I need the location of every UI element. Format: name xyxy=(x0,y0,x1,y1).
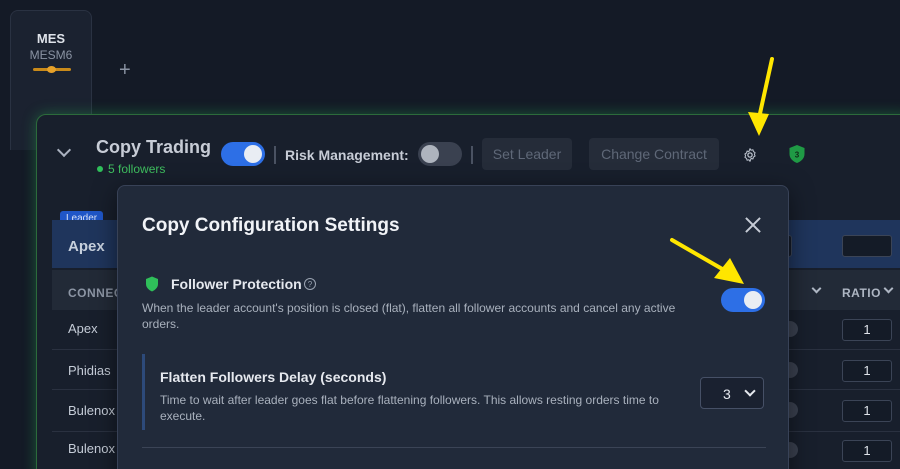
status-dot-icon xyxy=(97,166,103,172)
toggle-knob xyxy=(244,145,262,163)
delay-select[interactable]: 3 xyxy=(700,377,764,409)
badge-count: 3 xyxy=(795,151,800,160)
delay-label: Flatten Followers Delay (seconds) xyxy=(160,369,387,385)
symbol-name: MES xyxy=(36,31,66,46)
symbol-contract: MESM6 xyxy=(29,48,73,62)
add-tab-button[interactable]: + xyxy=(119,60,131,80)
chevron-down-icon xyxy=(744,385,756,397)
risk-management-toggle[interactable] xyxy=(418,142,462,166)
row-ratio-input[interactable]: 1 xyxy=(842,360,892,382)
follower-protection-label: Follower Protection xyxy=(171,276,302,292)
column-header-connection[interactable]: CONNEC xyxy=(68,286,123,300)
row-ratio-input[interactable]: 1 xyxy=(842,440,892,462)
change-contract-button[interactable]: Change Contract xyxy=(589,138,719,170)
leader-ratio-field[interactable] xyxy=(842,235,892,257)
protection-shield-icon[interactable]: 3 xyxy=(788,144,806,164)
leader-account-name: Apex xyxy=(68,238,105,255)
collapse-chevron-icon[interactable] xyxy=(56,142,72,158)
set-leader-button[interactable]: Set Leader xyxy=(482,138,572,170)
followers-count-label: 5 followers xyxy=(108,162,166,176)
shield-icon xyxy=(146,276,158,292)
follower-protection-toggle[interactable] xyxy=(721,288,765,312)
modal-title: Copy Configuration Settings xyxy=(142,215,400,236)
divider xyxy=(471,146,473,164)
column-header-ratio[interactable]: RATIO xyxy=(842,286,881,300)
delay-value: 3 xyxy=(723,386,731,402)
delay-description: Time to wait after leader goes flat befo… xyxy=(160,393,659,423)
follower-protection-description: When the leader account's position is cl… xyxy=(142,301,676,331)
copy-configuration-modal: Copy Configuration Settings Follower Pro… xyxy=(117,185,789,469)
copy-trading-title: Copy Trading xyxy=(96,137,212,157)
close-icon[interactable] xyxy=(744,216,762,234)
toggle-knob xyxy=(744,291,762,309)
help-icon[interactable]: ? xyxy=(304,278,316,290)
row-account-name: Bulenox xyxy=(68,441,115,456)
row-account-name: Phidias xyxy=(68,363,111,378)
risk-management-label: Risk Management: xyxy=(285,147,409,163)
row-account-name: Bulenox xyxy=(68,403,115,418)
annotation-arrow-toggle xyxy=(670,238,744,284)
copy-trading-toggle[interactable] xyxy=(221,142,265,166)
toggle-knob xyxy=(421,145,439,163)
followers-count: 5 followers xyxy=(97,162,165,176)
modal-divider xyxy=(142,447,766,448)
settings-gear-icon[interactable] xyxy=(742,147,758,163)
symbol-indicator xyxy=(33,66,71,73)
annotation-arrow-gear xyxy=(748,57,774,136)
row-ratio-input[interactable]: 1 xyxy=(842,319,892,341)
divider xyxy=(274,146,276,164)
row-ratio-input[interactable]: 1 xyxy=(842,400,892,422)
row-account-name: Apex xyxy=(68,321,98,336)
